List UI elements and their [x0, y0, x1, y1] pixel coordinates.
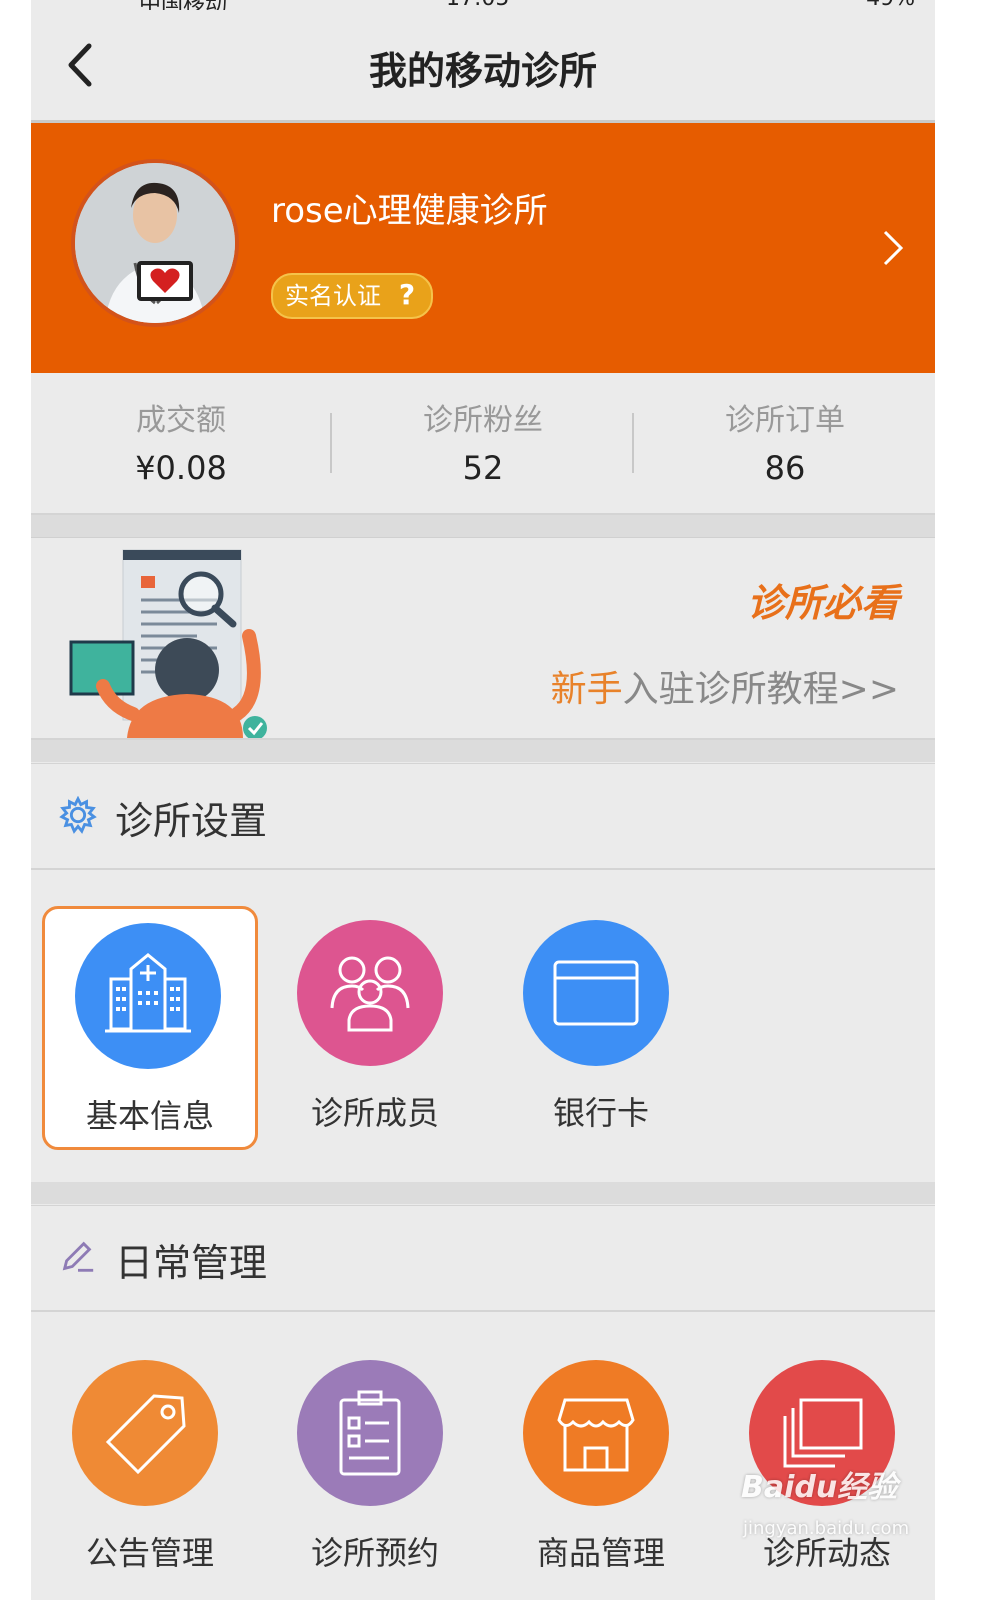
section-gap	[31, 515, 935, 538]
section-gap	[31, 740, 935, 762]
clinic-profile-card[interactable]: rose心理健康诊所 实名认证 ?	[31, 123, 935, 373]
clinic-settings-header: 诊所设置	[31, 763, 935, 870]
clipboard-icon	[339, 1390, 401, 1476]
stat-fans[interactable]: 诊所粉丝 52	[333, 373, 633, 513]
tile-label: 基本信息	[85, 1097, 214, 1135]
app-screen: 中国移动 17:05 49% 我的移动诊所	[31, 0, 935, 1600]
tile-label: 银行卡	[552, 1094, 649, 1132]
verify-badge[interactable]: 实名认证 ?	[271, 273, 433, 319]
section-title: 日常管理	[115, 1241, 268, 1285]
divider	[632, 413, 634, 473]
stats-bar: 成交额 ¥0.08 诊所粉丝 52 诊所订单 86	[31, 373, 935, 515]
clinic-settings-grid: 基本信息 诊所成员 银行卡	[31, 870, 935, 1182]
avatar	[71, 159, 239, 327]
stat-value: 86	[764, 449, 806, 487]
tile-label: 诊所预约	[310, 1534, 439, 1572]
announcements-circle	[72, 1360, 218, 1506]
watermark-url: jingyan.baidu.com	[743, 1518, 910, 1539]
banner-link-highlight: 新手	[550, 669, 623, 710]
tag-icon	[105, 1394, 186, 1475]
daily-management-header: 日常管理	[31, 1205, 935, 1312]
stat-turnover[interactable]: 成交额 ¥0.08	[31, 373, 331, 513]
tile-appointments[interactable]: 诊所预约	[267, 1346, 483, 1590]
stat-orders[interactable]: 诊所订单 86	[635, 373, 935, 513]
tutorial-banner[interactable]: 诊所必看 新手入驻诊所教程>>	[31, 538, 935, 740]
banner-link-text: 入驻诊所教程>>	[622, 669, 899, 710]
watermark: Baidu经验 jingyan.baidu.com	[741, 1462, 935, 1552]
edit-icon	[62, 1241, 94, 1272]
bank-card-icon	[553, 960, 639, 1026]
tile-announcements[interactable]: 公告管理	[42, 1346, 258, 1590]
tile-bank-card[interactable]: 银行卡	[493, 906, 709, 1150]
stat-value: ¥0.08	[135, 449, 227, 487]
stat-label: 诊所粉丝	[423, 403, 543, 438]
nav-bar: 我的移动诊所	[31, 10, 935, 123]
watermark-brand: Baidu经验	[741, 1470, 898, 1505]
help-icon[interactable]: ?	[391, 279, 423, 311]
stat-label: 成交额	[136, 403, 226, 438]
gear-icon	[59, 796, 97, 834]
appointments-circle	[297, 1360, 443, 1506]
products-circle	[523, 1360, 669, 1506]
clinic-name: rose心理健康诊所	[271, 191, 548, 231]
divider	[330, 413, 332, 473]
tile-label: 诊所成员	[310, 1094, 439, 1132]
banner-link[interactable]: 新手入驻诊所教程>>	[551, 660, 899, 712]
banner-title: 诊所必看	[746, 581, 899, 625]
basic-info-circle	[75, 923, 221, 1069]
section-title: 诊所设置	[115, 799, 268, 843]
hospital-icon	[105, 953, 191, 1033]
members-icon	[330, 956, 410, 1032]
doctor-avatar-icon	[75, 163, 235, 323]
members-circle	[297, 920, 443, 1066]
stat-label: 诊所订单	[725, 403, 845, 438]
verify-label: 实名认证	[285, 282, 381, 310]
chevron-right-icon	[883, 230, 904, 266]
tile-clinic-members[interactable]: 诊所成员	[267, 906, 483, 1150]
store-icon	[557, 1398, 635, 1472]
bank-card-circle	[523, 920, 669, 1066]
tile-label: 公告管理	[85, 1534, 214, 1572]
tutorial-illustration-icon	[69, 549, 267, 738]
tile-products[interactable]: 商品管理	[493, 1346, 709, 1590]
section-gap	[31, 1182, 935, 1204]
stat-value: 52	[462, 449, 504, 487]
daily-management-grid: 公告管理 诊所预约 商品管理 诊所动态 Baidu经验 jingyan.baid…	[31, 1312, 935, 1600]
tile-label: 商品管理	[536, 1534, 665, 1572]
page-title: 我的移动诊所	[368, 49, 597, 93]
status-bar: 中国移动 17:05 49%	[31, 0, 935, 17]
tile-basic-info[interactable]: 基本信息	[42, 906, 258, 1150]
